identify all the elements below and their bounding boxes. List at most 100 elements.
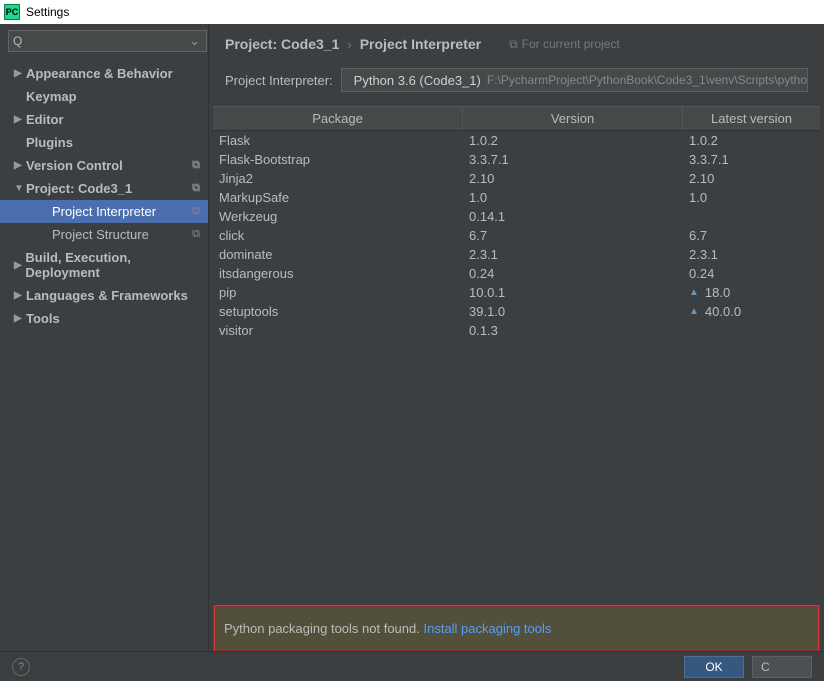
cell-version: 2.10 (463, 170, 683, 187)
tree-item-label: Version Control (26, 158, 123, 173)
tree-item[interactable]: Project Interpreter ⧉ (0, 200, 208, 223)
table-row[interactable]: visitor0.1.3 (213, 321, 820, 340)
interpreter-name: Python 3.6 (Code3_1) (354, 73, 481, 88)
table-row[interactable]: Flask1.0.21.0.2 (213, 131, 820, 150)
tree-item[interactable]: ▼Project: Code3_1 ⧉ (0, 177, 208, 200)
table-row[interactable]: Jinja22.102.10 (213, 169, 820, 188)
breadcrumb-current: Project Interpreter (360, 36, 481, 52)
table-row[interactable]: itsdangerous0.240.24 (213, 264, 820, 283)
titlebar: PC Settings (0, 0, 824, 24)
search-input[interactable] (8, 30, 207, 52)
warning-text: Python packaging tools not found. (224, 621, 423, 636)
tree-arrow-icon: ▶ (14, 114, 26, 125)
cancel-button[interactable]: C (752, 656, 812, 678)
cell-package: Flask-Bootstrap (213, 151, 463, 168)
cell-latest: 1.0.2 (683, 132, 820, 149)
app-icon: PC (4, 4, 20, 20)
table-body: Flask1.0.21.0.2Flask-Bootstrap3.3.7.13.3… (213, 131, 820, 606)
cell-latest: 1.0 (683, 189, 820, 206)
tree-item[interactable]: ▶Appearance & Behavior (0, 62, 208, 85)
packages-table: Package Version Latest version Flask1.0.… (213, 106, 820, 606)
cell-version: 10.0.1 (463, 284, 683, 301)
header-version[interactable]: Version (463, 107, 683, 130)
table-row[interactable]: click6.76.7 (213, 226, 820, 245)
cell-version: 1.0.2 (463, 132, 683, 149)
warning-bar: Python packaging tools not found. Instal… (213, 606, 820, 651)
tree-item-label: Project: Code3_1 (26, 181, 132, 196)
table-row[interactable]: MarkupSafe1.01.0 (213, 188, 820, 207)
table-row[interactable]: dominate2.3.12.3.1 (213, 245, 820, 264)
tree-item-label: Project Interpreter (52, 204, 156, 219)
upgrade-arrow-icon: ▲ (689, 287, 699, 298)
tree-arrow-icon: ▶ (14, 290, 26, 301)
table-row[interactable]: Werkzeug0.14.1 (213, 207, 820, 226)
main-area: ⌄ ▶Appearance & BehaviorKeymap▶EditorPlu… (0, 24, 824, 651)
cell-version: 2.3.1 (463, 246, 683, 263)
tree-item[interactable]: ▶Build, Execution, Deployment (0, 246, 208, 284)
cell-version: 39.1.0 (463, 303, 683, 320)
cell-latest: ▲ 18.0 (683, 284, 820, 301)
cell-package: Jinja2 (213, 170, 463, 187)
cell-version: 3.3.7.1 (463, 151, 683, 168)
table-header: Package Version Latest version (213, 106, 820, 131)
tree-item-label: Languages & Frameworks (26, 288, 188, 303)
tree-item-label: Plugins (26, 135, 73, 150)
cell-package: dominate (213, 246, 463, 263)
cell-package: Flask (213, 132, 463, 149)
breadcrumb-sep: › (347, 37, 351, 52)
tree-item-label: Tools (26, 311, 60, 326)
cell-version: 0.24 (463, 265, 683, 282)
cell-latest: ▲ 40.0.0 (683, 303, 820, 320)
tree-item[interactable]: ▶Languages & Frameworks (0, 284, 208, 307)
tree-item-label: Editor (26, 112, 64, 127)
breadcrumb-parent[interactable]: Project: Code3_1 (225, 36, 339, 52)
tree-item-label: Appearance & Behavior (26, 66, 173, 81)
tree-item-label: Build, Execution, Deployment (25, 250, 200, 280)
tree-item[interactable]: ▶Tools (0, 307, 208, 330)
tree-arrow-icon: ▶ (14, 68, 26, 79)
ok-button[interactable]: OK (684, 656, 744, 678)
breadcrumb: Project: Code3_1 › Project Interpreter ⧉… (209, 24, 824, 60)
cell-latest (683, 208, 820, 225)
copy-icon: ⧉ (192, 182, 200, 195)
copy-icon: ⧉ (509, 37, 518, 52)
cell-version: 0.14.1 (463, 208, 683, 225)
interpreter-label: Project Interpreter: (225, 73, 333, 88)
interpreter-select[interactable]: Python 3.6 (Code3_1) F:\PycharmProject\P… (341, 68, 808, 92)
content: Project: Code3_1 › Project Interpreter ⧉… (209, 24, 824, 651)
tree-item[interactable]: Keymap (0, 85, 208, 108)
tree-item[interactable]: Plugins (0, 131, 208, 154)
cell-version: 0.1.3 (463, 322, 683, 339)
help-icon[interactable]: ? (12, 658, 30, 676)
search-row: ⌄ (0, 24, 208, 58)
sidebar: ⌄ ▶Appearance & BehaviorKeymap▶EditorPlu… (0, 24, 209, 651)
header-package[interactable]: Package (213, 107, 463, 130)
table-row[interactable]: Flask-Bootstrap3.3.7.13.3.7.1 (213, 150, 820, 169)
cell-package: click (213, 227, 463, 244)
interpreter-path: F:\PycharmProject\PythonBook\Code3_1\ven… (487, 73, 808, 87)
tree-arrow-icon: ▶ (14, 313, 26, 324)
cell-latest: 0.24 (683, 265, 820, 282)
cell-package: setuptools (213, 303, 463, 320)
install-link[interactable]: Install packaging tools (423, 621, 551, 636)
table-row[interactable]: setuptools39.1.0▲ 40.0.0 (213, 302, 820, 321)
tree-item-label: Keymap (26, 89, 77, 104)
header-latest[interactable]: Latest version (683, 107, 820, 130)
cell-package: Werkzeug (213, 208, 463, 225)
cell-latest (683, 322, 820, 339)
cell-version: 6.7 (463, 227, 683, 244)
table-row[interactable]: pip10.0.1▲ 18.0 (213, 283, 820, 302)
cell-package: pip (213, 284, 463, 301)
cell-package: itsdangerous (213, 265, 463, 282)
tree-item[interactable]: ▶Editor (0, 108, 208, 131)
cell-latest: 3.3.7.1 (683, 151, 820, 168)
tree-item[interactable]: ▶Version Control⧉ (0, 154, 208, 177)
cell-package: visitor (213, 322, 463, 339)
copy-icon: ⧉ (192, 205, 200, 218)
tree-arrow-icon: ▶ (14, 260, 25, 271)
interpreter-row: Project Interpreter: Python 3.6 (Code3_1… (209, 60, 824, 106)
tree-item[interactable]: Project Structure⧉ (0, 223, 208, 246)
cell-latest: 2.3.1 (683, 246, 820, 263)
tree-arrow-icon: ▼ (14, 183, 26, 194)
cell-latest: 6.7 (683, 227, 820, 244)
